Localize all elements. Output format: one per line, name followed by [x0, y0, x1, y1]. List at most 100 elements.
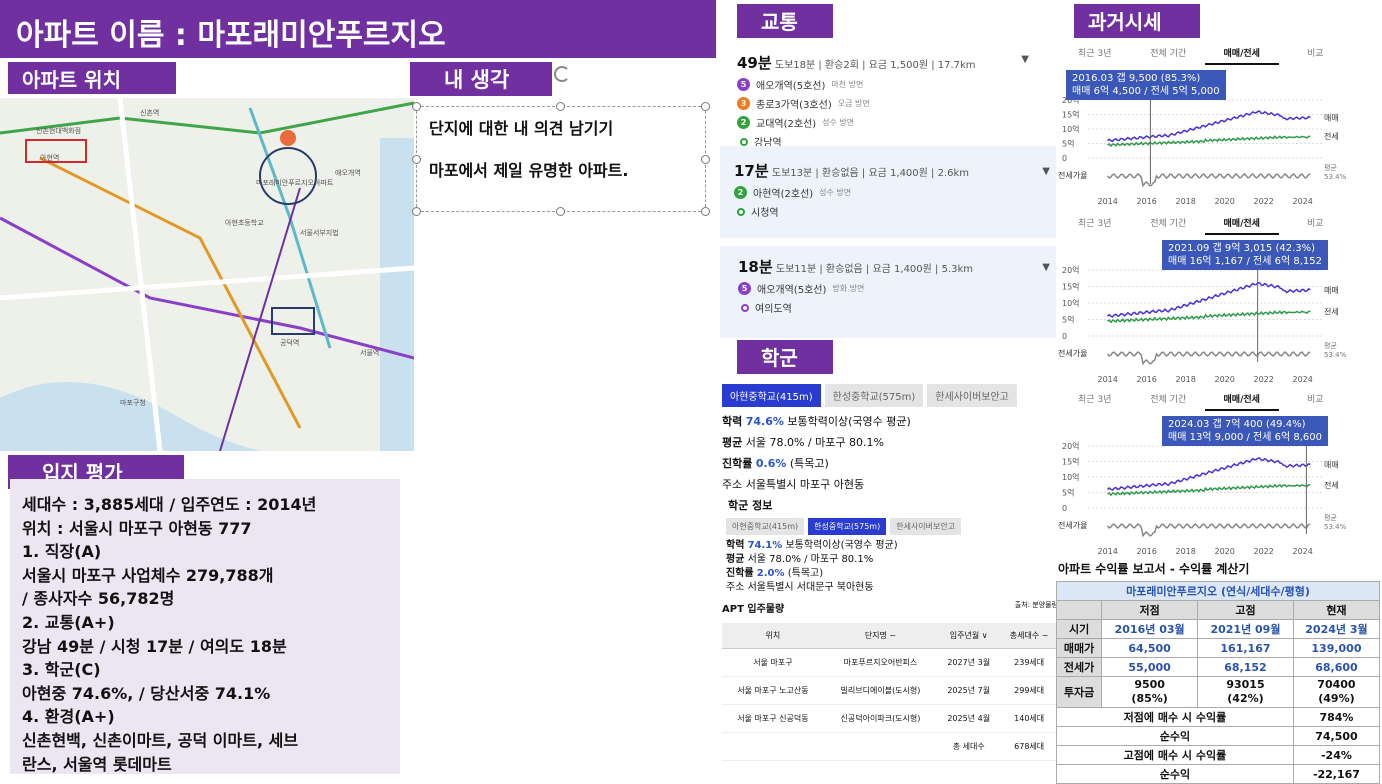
resize-handle[interactable] — [556, 207, 565, 216]
x-tick-label: 2018 — [1176, 547, 1196, 556]
roi-cell[interactable]: 2021년 09월 — [1197, 619, 1294, 639]
table-cell: 299세대 — [1000, 676, 1058, 705]
roi-summary-label: 저점에 매수 시 수익률 — [1056, 707, 1294, 727]
roi-title: 아파트 수익률 보고서 - 수익률 계산기 — [1058, 562, 1250, 576]
gap-label: 전세가율 — [1058, 520, 1087, 530]
table-row: 순수익 -22,167 — [1056, 764, 1381, 784]
chart-tab[interactable]: 전체 기간 — [1132, 212, 1206, 235]
rate-desc: 보통학력이상(국영수 평균) — [787, 415, 911, 428]
school-info-title: 학군 정보 — [728, 499, 773, 512]
map-label: 아현초등학교 — [225, 219, 264, 227]
chart-tab[interactable]: 최근 3년 — [1058, 388, 1132, 411]
school-tab[interactable]: 아현중학교(415m) — [726, 518, 805, 535]
route-card[interactable]: 18분 도보11분 | 환승없음 | 요금 1,400원 | 5.3km 5 애오… — [720, 246, 1056, 338]
evaluation-box: 세대수 : 3,885세대 / 입주연도 : 2014년 위치 : 서울시 마포… — [10, 479, 400, 774]
legend-sale: 매매 — [1324, 461, 1339, 470]
route-card[interactable]: 17분 도보13분 | 환승없음 | 요금 1,400원 | 2.6km 2 아현… — [720, 146, 1056, 238]
roi-cell[interactable]: 64,500 — [1101, 638, 1199, 658]
chart-tab[interactable]: 비교 — [1279, 388, 1353, 411]
chart-tooltip: 2021.09 갭 9억 3,015 (42.3%) 매매 16억 1,167 /… — [1162, 240, 1328, 270]
line-badge: 5 — [738, 282, 751, 295]
opinion-line: 단지에 대한 내 의견 남기기 — [429, 119, 614, 138]
x-tick-label: 2014 — [1098, 375, 1118, 384]
avg-label: 평균 — [722, 436, 743, 449]
table-cell: 2027년 3월 — [937, 648, 1001, 677]
ratio-label: 평균 — [1324, 341, 1337, 350]
table-header[interactable]: 위치 — [722, 623, 824, 649]
chart-tabs: 최근 3년 전체 기간 매매/전세 비교 — [1058, 212, 1352, 235]
roi-cell[interactable]: 2016년 03월 — [1101, 619, 1199, 639]
chart-tab[interactable]: 매매/전세 — [1205, 388, 1279, 411]
chart-tab[interactable]: 매매/전세 — [1205, 42, 1279, 65]
school-tab[interactable]: 한성중학교(575m) — [824, 384, 924, 407]
chart-tab[interactable]: 매매/전세 — [1205, 212, 1279, 235]
apt-supply-panel: APT 입주물량 출처: 분양물량 위치 단지명 ~ 입주년월 ∨ 총세대수 ~… — [722, 600, 1058, 776]
line-badge: 2 — [734, 186, 747, 199]
resize-handle[interactable] — [701, 207, 710, 216]
table-header[interactable]: 입주년월 ∨ — [937, 623, 1001, 649]
rate-label: 학력 — [722, 415, 743, 428]
table-cell — [722, 732, 824, 761]
adv-desc: (특목고) — [789, 457, 829, 470]
chart-tab[interactable]: 최근 3년 — [1058, 42, 1132, 65]
rate-value: 74.1% — [747, 540, 783, 551]
table-cell: 239세대 — [1000, 648, 1058, 677]
chevron-down-icon[interactable]: ▼ — [1042, 166, 1050, 177]
chevron-down-icon[interactable]: ▼ — [1021, 54, 1029, 65]
school-tab[interactable]: 한세사이버보안고 — [927, 384, 1017, 407]
roi-cell[interactable]: 55,000 — [1101, 657, 1199, 677]
chart-tooltip: 2024.03 갭 7억 400 (49.4%) 매매 13억 9,000 / 전… — [1162, 416, 1328, 446]
roi-summary-value: -24% — [1292, 745, 1381, 765]
chart-tab[interactable]: 비교 — [1279, 212, 1353, 235]
legend-sale: 매매 — [1324, 113, 1339, 122]
eval-line: / 종사자수 56,782명 — [22, 589, 175, 609]
roi-cell[interactable]: 161,167 — [1197, 638, 1294, 658]
school-adv-row: 진학률 0.6% (특목고) — [722, 455, 1058, 471]
eval-line: 신촌현백, 신촌이마트, 공덕 이마트, 세브 — [22, 730, 299, 750]
table-row: 총 세대수 678세대 — [722, 732, 1058, 761]
resize-handle[interactable] — [701, 155, 710, 164]
jeonse-ratio-line — [1106, 173, 1311, 188]
chart-tab[interactable]: 전체 기간 — [1132, 42, 1206, 65]
chart-tab[interactable]: 전체 기간 — [1132, 388, 1206, 411]
resize-handle[interactable] — [412, 155, 421, 164]
y-tick-label: 20억 — [1062, 265, 1080, 275]
school-tab[interactable]: 한성중학교(575m) — [808, 518, 887, 535]
line-badge: 5 — [737, 78, 750, 91]
roi-cell[interactable]: 68,600 — [1292, 657, 1381, 677]
resize-handle[interactable] — [556, 102, 565, 111]
x-tick-label: 2020 — [1215, 547, 1235, 556]
table-header[interactable]: 단지명 ~ — [823, 623, 938, 649]
chevron-down-icon[interactable]: ▼ — [1042, 262, 1050, 273]
resize-handle[interactable] — [412, 207, 421, 216]
chart-tab[interactable]: 비교 — [1279, 42, 1353, 65]
table-cell: 총 세대수 — [937, 732, 1001, 761]
roi-cell[interactable]: 68,152 — [1197, 657, 1294, 677]
opinion-textbox[interactable]: 단지에 대한 내 의견 남기기 마포에서 제일 유명한 아파트. — [412, 102, 710, 216]
location-map[interactable]: 신촌현대백화점 아현역 마포래미안푸르지오아파트 공덕역 애오개역 서울역 마포… — [0, 98, 414, 451]
x-tick-label: 2018 — [1176, 375, 1196, 384]
table-row: 시기 2016년 03월 2021년 09월 2024년 3월 — [1055, 619, 1381, 639]
chart-tab[interactable]: 최근 3년 — [1058, 212, 1132, 235]
route-stop: 시청역 — [734, 204, 1042, 219]
school-tab[interactable]: 한세사이버보안고 — [890, 518, 962, 535]
table-cell: 서울 마포구 — [722, 648, 824, 677]
rotate-icon[interactable] — [554, 66, 570, 82]
x-tick-label: 2016 — [1137, 197, 1157, 206]
chart-tabs: 최근 3년 전체 기간 매매/전세 비교 — [1058, 42, 1352, 65]
eval-line: 세대수 : 3,885세대 / 입주연도 : 2014년 — [22, 495, 317, 514]
table-header[interactable]: 총세대수 ~ — [1000, 623, 1058, 649]
route-card[interactable]: 49분 도보18분 | 환승2회 | 요금 1,500원 | 17.7km 5애… — [733, 48, 1043, 149]
resize-handle[interactable] — [701, 102, 710, 111]
page-title: 아파트 이름 : 마포래미안푸르지오 — [16, 18, 446, 53]
roi-cell[interactable]: 2024년 3월 — [1292, 619, 1381, 639]
map-label: 신촌역 — [140, 109, 160, 117]
table-row: 매매가 64,500 161,167 139,000 — [1055, 638, 1381, 658]
resize-handle[interactable] — [412, 102, 421, 111]
roi-cell[interactable]: 139,000 — [1292, 638, 1381, 658]
price-chart: 최근 3년 전체 기간 매매/전세 비교 20억 15억 10억 5억 0 2014 2016 201… — [1058, 42, 1352, 208]
school-tab[interactable]: 아현중학교(415m) — [722, 384, 821, 407]
map-label: 서울역 — [360, 349, 380, 357]
chart-tabs: 최근 3년 전체 기간 매매/전세 비교 — [1058, 388, 1352, 411]
school-rate-row: 학력 74.1% 보통학력이상(국영수 평균) — [726, 539, 1058, 553]
